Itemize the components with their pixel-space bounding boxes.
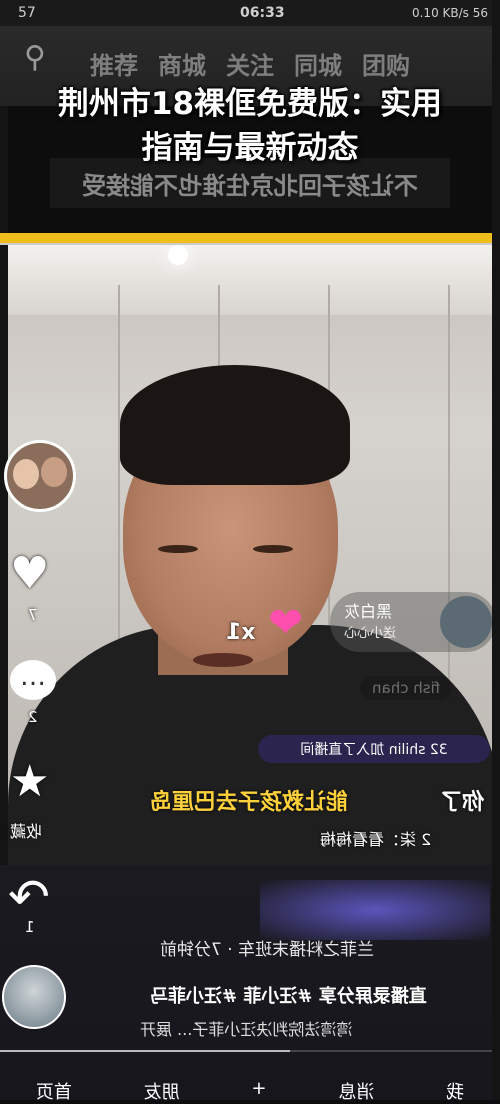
tab-following[interactable]: 关注 — [226, 46, 274, 81]
gold-chat-message: 能让救孩子去巴厘岛 — [150, 790, 349, 815]
status-right: 0.10 KB/s 56 — [411, 6, 488, 20]
gift-user-action: 送小心心 — [344, 626, 397, 641]
star-icon[interactable]: ★ — [10, 756, 49, 807]
post-description[interactable]: 湾湾法院判决汪小菲子... 展开 — [140, 1016, 352, 1040]
ceiling-lamp — [168, 245, 188, 265]
avatar-face — [13, 459, 39, 489]
person-eye — [158, 545, 198, 553]
tab-nearby[interactable]: 同城 — [294, 46, 342, 81]
gift-multiplier: x1 — [226, 620, 256, 645]
caption-glow — [260, 880, 490, 940]
headline: 荆州市18裸㑌免费版：实用 指南与最新动态 — [0, 82, 500, 170]
comment-count: 2 — [28, 708, 38, 726]
person-eye — [253, 545, 293, 553]
nav-friends[interactable]: 朋友 — [144, 1078, 180, 1103]
ceiling — [8, 245, 500, 315]
person-hair — [120, 365, 350, 485]
nav-messages[interactable]: 消息 — [338, 1078, 374, 1103]
person-mouth — [193, 653, 253, 667]
heart-icon[interactable]: ♥ — [10, 548, 49, 599]
status-time: 06:33 — [240, 5, 285, 21]
share-count: 1 — [25, 918, 35, 936]
favorite-label: 收藏 — [10, 822, 43, 841]
nav-home[interactable]: 首页 — [36, 1078, 72, 1103]
faded-chat-user: fish chan — [360, 676, 452, 700]
tab-groupbuy[interactable]: 团购 — [362, 46, 410, 81]
nav-me[interactable]: 我 — [446, 1078, 464, 1103]
join-notice: 32 shilin 加入了直播间 — [258, 735, 490, 763]
heart-sticker-icon: ❤ — [268, 598, 304, 647]
nav-tabs: 推荐 商城 关注 同城 团购 — [90, 46, 410, 81]
gold-chat-prefix: 你了 — [440, 790, 485, 815]
gift-user-avatar — [440, 596, 492, 648]
search-icon[interactable]: ⚲ — [24, 40, 46, 75]
nav-create[interactable]: + — [251, 1078, 266, 1100]
tab-mall[interactable]: 商城 — [158, 46, 206, 81]
tab-recommend[interactable]: 推荐 — [90, 46, 138, 81]
progress-fill — [0, 1050, 290, 1052]
accent-divider — [0, 233, 500, 243]
creator-avatar[interactable] — [4, 440, 76, 512]
music-avatar[interactable] — [2, 965, 66, 1029]
comment-icon[interactable]: … — [10, 660, 56, 700]
post-tags-line[interactable]: 直播录屏分享 #汪小菲 #汪小菲马 — [150, 982, 427, 1008]
avatar-face — [41, 457, 67, 487]
right-frame-edge — [492, 0, 500, 1100]
video-frame[interactable] — [8, 245, 500, 865]
status-bar: 57 06:33 0.10 KB/s 56 — [0, 0, 500, 26]
bottom-nav: 我 消息 + 朋友 首页 — [0, 1078, 500, 1103]
post-time-line: 兰菲之料播末班车 · 7分钟前 — [160, 940, 375, 960]
gift-user-card: 黑白灰 送小心心 — [330, 592, 496, 652]
gift-user-name: 黑白灰 — [344, 602, 393, 621]
headline-line-1: 荆州市18裸㑌免费版：实用 — [57, 86, 443, 122]
chat-message: 2 柒：看看梅梅 — [320, 830, 432, 849]
headline-line-2: 指南与最新动态 — [141, 130, 359, 166]
status-left: 57 — [18, 5, 36, 21]
like-count: 7 — [28, 606, 38, 624]
